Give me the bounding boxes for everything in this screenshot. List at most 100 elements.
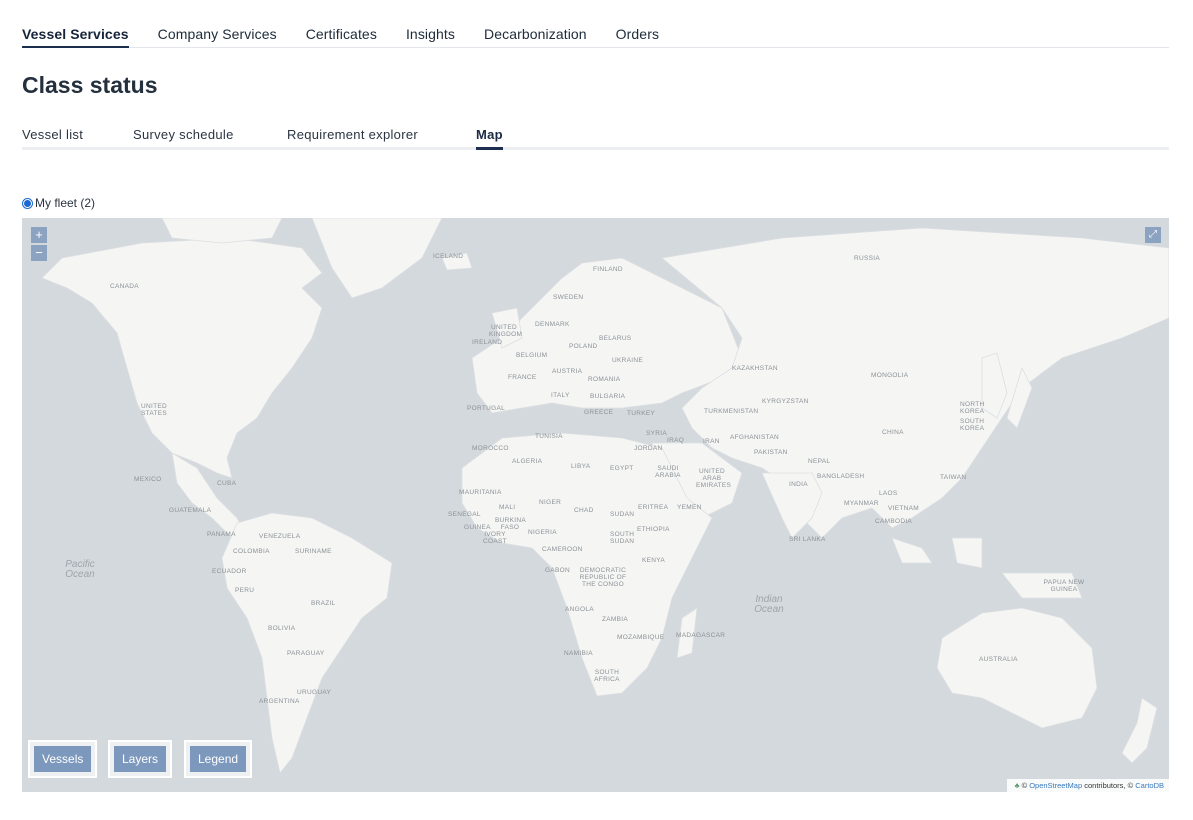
zoom-out-button[interactable]: −	[31, 245, 47, 261]
map-label: IRELAND	[472, 339, 503, 346]
map-label: AUSTRIA	[552, 368, 583, 375]
map-label: BELGIUM	[516, 352, 548, 359]
map-label: IVORY COAST	[483, 531, 507, 545]
map-label: TUNISIA	[535, 433, 563, 440]
map-label: MAURITANIA	[459, 489, 502, 496]
topnav-decarbonization[interactable]: Decarbonization	[484, 22, 587, 48]
map-label: ECUADOR	[212, 568, 247, 575]
world-map[interactable]: CANADA ICELAND RUSSIA FINLAND SWEDEN DEN…	[22, 218, 1169, 792]
osm-link[interactable]: OpenStreetMap	[1029, 781, 1082, 790]
map-label: MOROCCO	[472, 445, 509, 452]
zoom-in-button[interactable]: +	[31, 227, 47, 243]
map-label: RUSSIA	[854, 255, 881, 262]
map-label: TURKEY	[627, 410, 656, 417]
map-label: SENEGAL	[448, 511, 481, 518]
topnav-vessel-services[interactable]: Vessel Services	[22, 22, 129, 48]
tab-survey-schedule[interactable]: Survey schedule	[133, 127, 234, 150]
vessels-control: Vessels	[28, 740, 98, 778]
map-label: ICELAND	[433, 253, 464, 260]
map-label: MALI	[499, 504, 516, 511]
leaflet-icon: ♣	[1014, 781, 1020, 790]
map-label: CHAD	[574, 507, 594, 514]
ocean-label-pacific: Pacific Ocean	[65, 559, 95, 580]
expand-icon[interactable]: ⤢	[1145, 227, 1161, 243]
map-label: POLAND	[569, 343, 598, 350]
map-label: BELARUS	[599, 335, 632, 342]
radio-selected-dot	[24, 199, 31, 207]
tab-requirement-explorer[interactable]: Requirement explorer	[287, 127, 418, 150]
map-label: SRI LANKA	[789, 536, 826, 543]
map-label: NEPAL	[808, 458, 831, 465]
map-label: PAKISTAN	[754, 449, 788, 456]
map-label: UKRAINE	[612, 357, 643, 364]
map-label: INDIA	[789, 481, 808, 488]
map-label: PARAGUAY	[287, 650, 325, 657]
zoom-control: + −	[31, 227, 47, 263]
topnav-certificates[interactable]: Certificates	[306, 22, 377, 48]
map-label: ALGERIA	[512, 458, 543, 465]
layers-control: Layers	[108, 740, 173, 778]
map-label: MADAGASCAR	[676, 632, 726, 639]
map-label: ITALY	[551, 392, 570, 399]
map-label: MEXICO	[134, 476, 162, 483]
fleet-radio[interactable]	[22, 197, 33, 209]
map-label: BRAZIL	[311, 600, 336, 607]
map-label: SAUDI ARABIA	[655, 465, 681, 479]
map-label: CUBA	[217, 480, 237, 487]
map-label: MOZAMBIQUE	[617, 634, 665, 641]
map-label: NIGER	[539, 499, 562, 506]
map-label: KENYA	[642, 557, 666, 564]
legend-button[interactable]: Legend	[190, 746, 247, 772]
map-label: DEMOCRATIC REPUBLIC OF THE CONGO	[579, 567, 627, 588]
map-label: SYRIA	[646, 430, 668, 437]
map-label: BURKINA FASO	[495, 517, 526, 531]
map-label: PERU	[235, 587, 255, 594]
legend-control: Legend	[184, 740, 253, 778]
map-label: URUGUAY	[297, 689, 332, 696]
attribution-prefix: ©	[1021, 781, 1028, 790]
map-label: FRANCE	[508, 374, 537, 381]
map-label: AUSTRALIA	[979, 656, 1018, 663]
map-label: ERITREA	[638, 504, 669, 511]
topnav-orders[interactable]: Orders	[616, 22, 659, 48]
map-label: ROMANIA	[588, 376, 621, 383]
map-label: SOUTH AFRICA	[594, 669, 620, 683]
map-label: CAMBODIA	[875, 518, 913, 525]
map-label: NIGERIA	[528, 529, 557, 536]
map-label: BOLIVIA	[268, 625, 296, 632]
map-label: ZAMBIA	[602, 616, 628, 623]
map-label: ARGENTINA	[259, 698, 300, 705]
map-label: EGYPT	[610, 465, 634, 472]
map-label: CAMEROON	[542, 546, 583, 553]
tab-map[interactable]: Map	[476, 127, 503, 150]
map-label: LIBYA	[571, 463, 591, 470]
map-label: MONGOLIA	[871, 372, 909, 379]
tab-vessel-list[interactable]: Vessel list	[22, 127, 83, 150]
map-label: SUDAN	[610, 511, 635, 518]
cartodb-link[interactable]: CartoDB	[1135, 781, 1164, 790]
world-map-landmass	[41, 218, 1169, 774]
map-label: AFGHANISTAN	[730, 434, 780, 441]
fleet-selector[interactable]: My fleet (2)	[22, 196, 95, 210]
ocean-label-indian: Indian Ocean	[754, 594, 784, 615]
map-label: DENMARK	[535, 321, 570, 328]
map-label: SOUTH SUDAN	[610, 531, 635, 545]
map-label: KAZAKHSTAN	[732, 365, 778, 372]
layers-button[interactable]: Layers	[114, 746, 167, 772]
map-label: LAOS	[879, 490, 898, 497]
topnav-insights[interactable]: Insights	[406, 22, 455, 48]
map-label: IRAN	[703, 438, 720, 445]
map-label: KYRGYZSTAN	[762, 398, 809, 405]
topnav-company-services[interactable]: Company Services	[158, 22, 277, 48]
map-label: TURKMENISTAN	[704, 408, 759, 415]
map-label: IRAQ	[667, 437, 685, 444]
page-title: Class status	[22, 72, 158, 98]
map-label: PORTUGAL	[467, 405, 506, 412]
map-label: FINLAND	[593, 266, 623, 273]
map-label: CANADA	[110, 283, 139, 290]
map-label: MYANMAR	[844, 500, 879, 507]
vessels-button[interactable]: Vessels	[34, 746, 92, 772]
map-label: PAPUA NEW GUINEA	[1043, 579, 1085, 593]
map-label: NORTH KOREA	[960, 401, 985, 415]
map-label: GUATEMALA	[169, 507, 212, 514]
